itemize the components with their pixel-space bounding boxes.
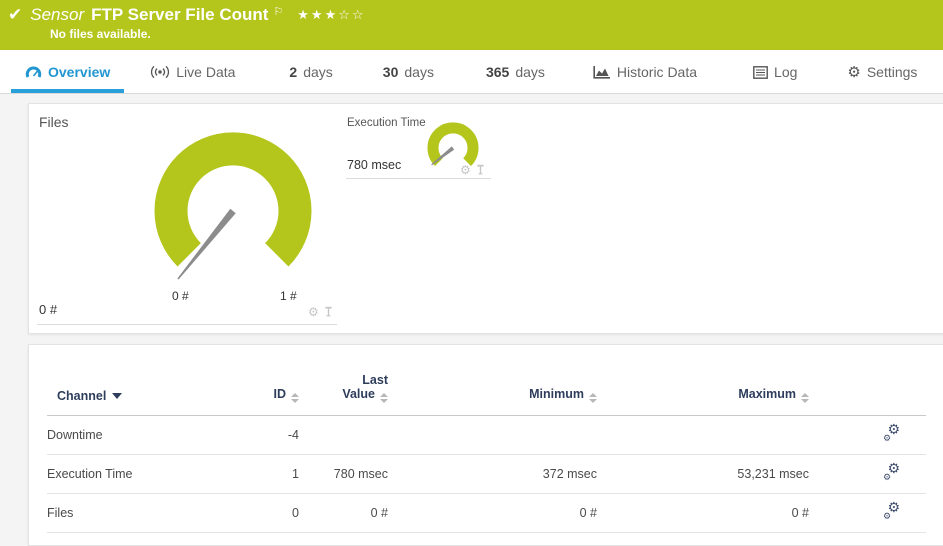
files-gauge-max-label: 1 # (280, 289, 297, 303)
log-list-icon (753, 66, 768, 79)
tab-historic-data[interactable]: Historic Data (579, 64, 711, 93)
channels-panel: Channel ID Last Value Minimum Maximum Do… (28, 344, 943, 546)
table-row-downtime: Downtime -4 ⚙⚙ (47, 416, 926, 455)
table-row-files: Files 0 0 # 0 # 0 # ⚙⚙ (47, 494, 926, 533)
gauges-panel: Files 0 # 1 # 0 # ⚙ Execution Time 780 m… (28, 103, 943, 334)
sort-icon (801, 393, 809, 403)
channel-name: Files (47, 494, 247, 533)
sort-icon (380, 393, 388, 403)
channel-minimum (402, 416, 607, 455)
tab-label: Overview (48, 64, 110, 80)
sort-icon (291, 393, 299, 403)
channel-maximum: 0 # (607, 494, 812, 533)
channel-maximum (607, 416, 812, 455)
channel-last-value: 780 msec (307, 455, 402, 494)
tab-2-days[interactable]: 2 days (275, 64, 346, 93)
status-ok-icon: ✔ (8, 5, 22, 25)
tab-settings[interactable]: ⚙ Settings (833, 64, 931, 93)
edit-channel-icon[interactable]: ⚙⚙ (883, 503, 900, 520)
flag-icon[interactable]: ⚐ (273, 5, 283, 18)
channel-id: 1 (247, 455, 307, 494)
tab-30-days[interactable]: 30 days (369, 64, 448, 93)
column-header-minimum[interactable]: Minimum (402, 345, 607, 416)
execution-time-current-value: 780 msec (347, 158, 401, 172)
stars-filled[interactable]: ★★★ (297, 7, 338, 22)
tab-label: days (515, 64, 545, 80)
stars-empty[interactable]: ☆☆ (338, 7, 365, 22)
column-header-channel[interactable]: Channel (47, 345, 247, 416)
live-signal-icon (150, 65, 170, 79)
sort-icon (589, 393, 597, 403)
tab-label: Historic Data (617, 64, 697, 80)
files-gauge-title: Files (39, 114, 69, 130)
channels-table: Channel ID Last Value Minimum Maximum Do… (47, 345, 926, 533)
tab-log[interactable]: Log (739, 64, 811, 93)
channel-last-value (307, 416, 402, 455)
edit-channel-icon[interactable]: ⚙⚙ (883, 425, 900, 442)
channel-name: Execution Time (47, 455, 247, 494)
channel-name: Downtime (47, 416, 247, 455)
channel-minimum: 0 # (402, 494, 607, 533)
table-header-row: Channel ID Last Value Minimum Maximum (47, 345, 926, 416)
channel-id: 0 (247, 494, 307, 533)
sensor-title: FTP Server File Count (91, 5, 268, 25)
tab-label: Settings (867, 64, 918, 80)
channel-last-value: 0 # (307, 494, 402, 533)
files-block-divider (37, 324, 337, 325)
edit-channel-icon[interactable]: ⚙⚙ (883, 464, 900, 481)
tab-label: days (303, 64, 333, 80)
gear-icon: ⚙ (847, 65, 860, 80)
column-header-actions (812, 345, 926, 416)
table-row-execution-time: Execution Time 1 780 msec 372 msec 53,23… (47, 455, 926, 494)
column-header-last-value[interactable]: Last Value (307, 345, 402, 416)
pin-icon[interactable] (324, 306, 333, 318)
sensor-message: No files available. (0, 27, 943, 41)
channel-maximum: 53,231 msec (607, 455, 812, 494)
gauge-settings-icon[interactable]: ⚙ (460, 164, 471, 176)
tab-label: Live Data (176, 64, 235, 80)
sensor-status-bar: ✔ Sensor FTP Server File Count ⚐ ★★★☆☆ N… (0, 0, 943, 50)
column-header-maximum[interactable]: Maximum (607, 345, 812, 416)
tab-365-days[interactable]: 365 days (472, 64, 559, 93)
files-gauge-min-label: 0 # (172, 289, 189, 303)
channel-id: -4 (247, 416, 307, 455)
tab-live-data[interactable]: Live Data (136, 64, 249, 93)
tab-bar: Overview Live Data 2 days 30 days 365 da… (0, 50, 943, 94)
tab-label: days (404, 64, 434, 80)
gauge-icon (25, 66, 42, 79)
column-header-id[interactable]: ID (247, 345, 307, 416)
tab-overview[interactable]: Overview (11, 64, 124, 93)
execution-time-gauge-title: Execution Time (347, 117, 426, 129)
files-current-value: 0 # (39, 302, 57, 317)
gauge-settings-icon[interactable]: ⚙ (308, 306, 319, 318)
area-chart-icon (593, 65, 611, 79)
object-kind-label: Sensor (30, 5, 84, 25)
channel-minimum: 372 msec (402, 455, 607, 494)
pin-icon[interactable] (476, 164, 485, 176)
execution-time-block-divider (346, 178, 491, 179)
sort-desc-icon (112, 393, 122, 399)
tab-label: Log (774, 64, 797, 80)
priority-stars[interactable]: ★★★☆☆ (297, 7, 365, 23)
files-gauge (148, 121, 318, 306)
